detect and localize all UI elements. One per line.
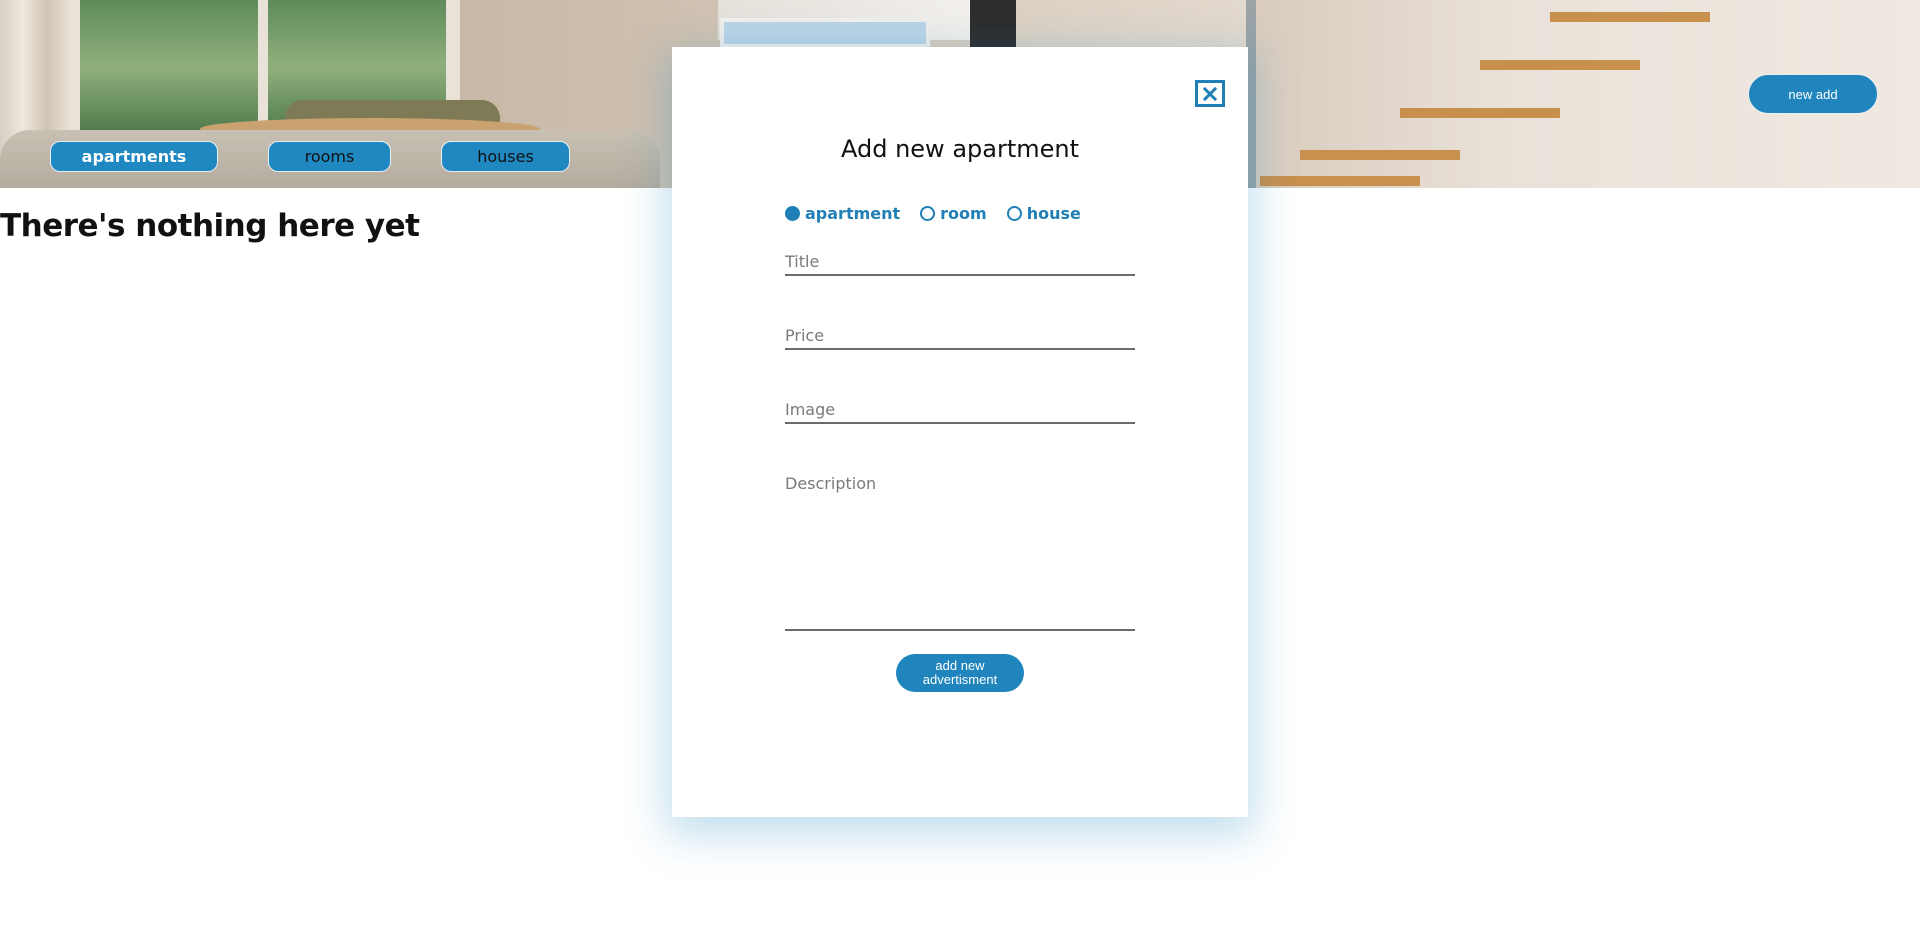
radio-room-label[interactable]: room [940,204,987,223]
radio-dot-icon[interactable] [1006,206,1022,221]
add-apartment-modal: Add new apartment apartment room house a… [672,47,1248,817]
radio-house-label[interactable]: house [1027,204,1081,223]
hero-stair-step [1480,60,1640,70]
nav-rooms-button[interactable]: rooms [268,141,391,172]
description-textarea[interactable] [785,474,1135,631]
radio-room[interactable]: room [920,204,987,223]
empty-state-heading: There's nothing here yet [0,208,420,244]
listing-type-radio-group: apartment room house [785,204,1101,223]
hero-stair-step [1300,150,1460,160]
modal-title: Add new apartment [840,135,1080,163]
radio-apartment[interactable]: apartment [785,204,900,223]
price-input[interactable] [785,326,1135,350]
hero-stair-step [1260,176,1420,186]
close-button[interactable] [1195,80,1225,107]
nav-apartments-button[interactable]: apartments [50,141,218,172]
hero-kitchen-window [720,18,930,48]
close-icon [1202,86,1218,101]
radio-dot-icon[interactable] [785,206,800,221]
radio-apartment-label[interactable]: apartment [805,204,900,223]
hero-stair-step [1550,12,1710,22]
add-advertisement-button[interactable]: add new advertisment [896,654,1024,692]
new-add-button[interactable]: new add [1748,74,1878,114]
image-input[interactable] [785,400,1135,424]
hero-oven [970,0,1016,48]
title-input[interactable] [785,252,1135,276]
radio-house[interactable]: house [1006,204,1081,223]
hero-stair-step [1400,108,1560,118]
nav-houses-button[interactable]: houses [441,141,570,172]
radio-dot-icon[interactable] [920,206,936,221]
